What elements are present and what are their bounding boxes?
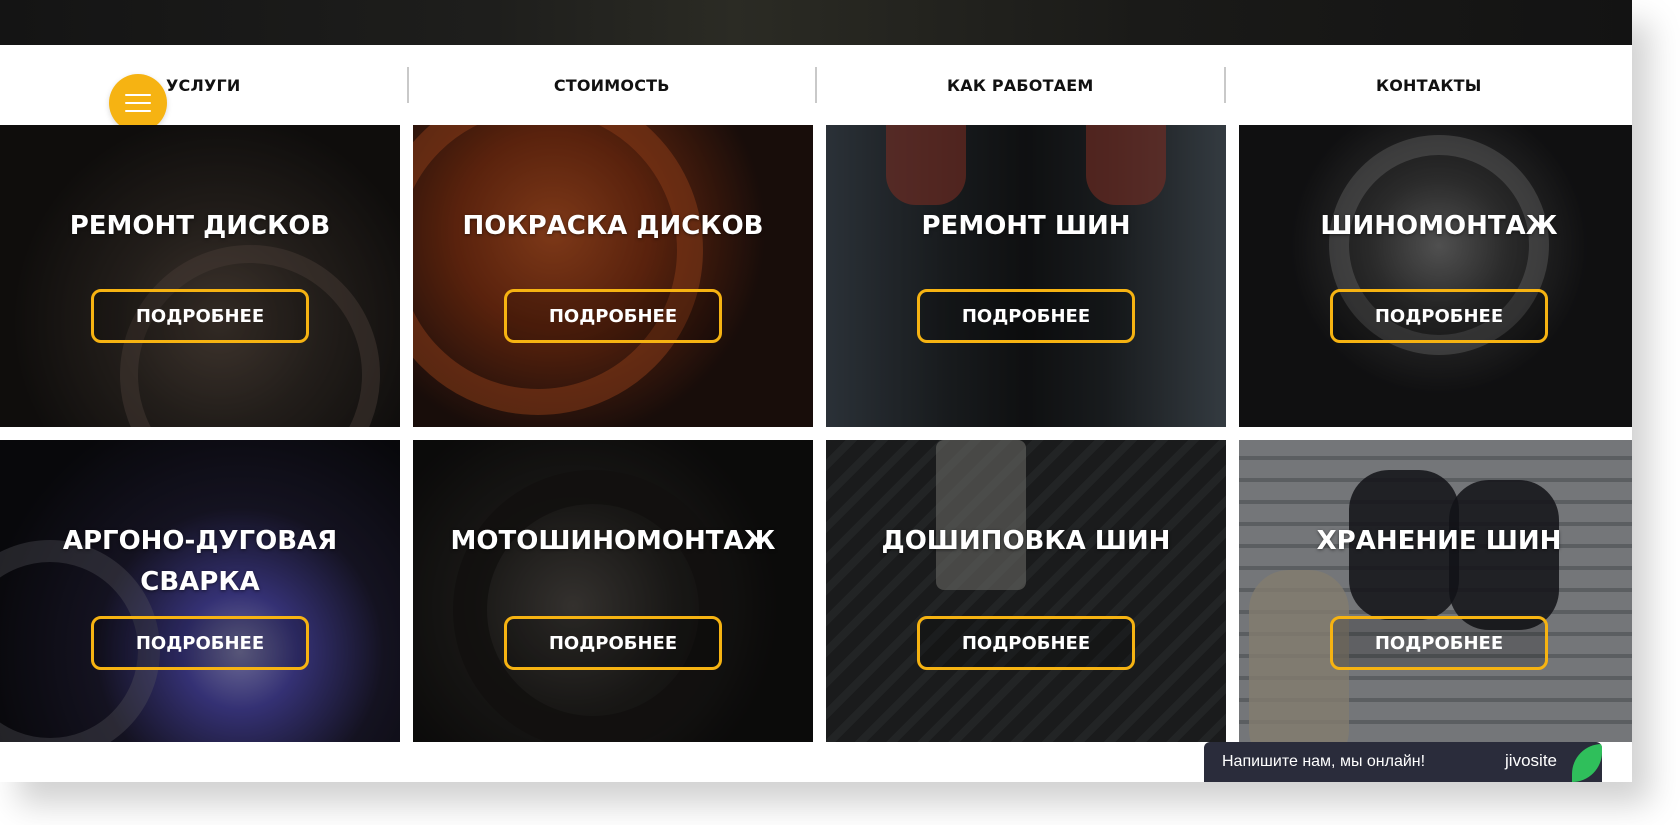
service-card-tire-storage[interactable]: ХРАНЕНИЕ ШИН ПОДРОБНЕЕ [1239, 440, 1632, 742]
service-title: ШИНОМОНТАЖ [1320, 211, 1558, 241]
service-card-disk-repair[interactable]: РЕМОНТ ДИСКОВ ПОДРОБНЕЕ [0, 125, 400, 427]
nav-item-contacts[interactable]: КОНТАКТЫ [1226, 76, 1633, 95]
service-title: ХРАНЕНИЕ ШИН [1316, 526, 1562, 556]
nav-item-services[interactable]: УСЛУГИ [0, 76, 407, 95]
hero-image-strip [0, 0, 1632, 45]
service-card-tire-studding[interactable]: ДОШИПОВКА ШИН ПОДРОБНЕЕ [826, 440, 1226, 742]
page-frame: УСЛУГИ СТОИМОСТЬ КАК РАБОТАЕМ КОНТАКТЫ Р… [0, 0, 1632, 782]
more-button[interactable]: ПОДРОБНЕЕ [91, 616, 309, 670]
more-button[interactable]: ПОДРОБНЕЕ [1330, 616, 1548, 670]
hamburger-menu-icon[interactable] [109, 74, 167, 132]
more-button[interactable]: ПОДРОБНЕЕ [91, 289, 309, 343]
jivosite-logo: jivosite [1505, 751, 1557, 770]
service-title: РЕМОНТ ШИН [921, 211, 1131, 241]
service-title: ДОШИПОВКА ШИН [881, 526, 1171, 556]
more-button[interactable]: ПОДРОБНЕЕ [1330, 289, 1548, 343]
service-title: АРГОНО-ДУГОВАЯ СВАРКА [62, 526, 338, 597]
more-button[interactable]: ПОДРОБНЕЕ [504, 289, 722, 343]
more-button[interactable]: ПОДРОБНЕЕ [917, 289, 1135, 343]
chat-leaf-icon [1572, 744, 1602, 782]
service-card-tire-fitting[interactable]: ШИНОМОНТАЖ ПОДРОБНЕЕ [1239, 125, 1632, 427]
service-title: РЕМОНТ ДИСКОВ [69, 211, 331, 241]
more-button[interactable]: ПОДРОБНЕЕ [504, 616, 722, 670]
nav-item-how-we-work[interactable]: КАК РАБОТАЕМ [817, 76, 1224, 95]
service-card-tire-repair[interactable]: РЕМОНТ ШИН ПОДРОБНЕЕ [826, 125, 1226, 427]
main-navigation: УСЛУГИ СТОИМОСТЬ КАК РАБОТАЕМ КОНТАКТЫ [0, 45, 1632, 125]
service-card-argon-welding[interactable]: АРГОНО-ДУГОВАЯ СВАРКА ПОДРОБНЕЕ [0, 440, 400, 742]
service-card-moto-tire-fitting[interactable]: МОТОШИНОМОНТАЖ ПОДРОБНЕЕ [413, 440, 813, 742]
nav-item-pricing[interactable]: СТОИМОСТЬ [409, 76, 816, 95]
online-chat-widget[interactable]: Напишите нам, мы онлайн! jivosite [1204, 742, 1602, 782]
service-card-disk-painting[interactable]: ПОКРАСКА ДИСКОВ ПОДРОБНЕЕ [413, 125, 813, 427]
more-button[interactable]: ПОДРОБНЕЕ [917, 616, 1135, 670]
chat-prompt-text: Напишите нам, мы онлайн! [1222, 753, 1426, 770]
service-title: ПОКРАСКА ДИСКОВ [462, 211, 764, 241]
service-title: МОТОШИНОМОНТАЖ [450, 526, 776, 556]
